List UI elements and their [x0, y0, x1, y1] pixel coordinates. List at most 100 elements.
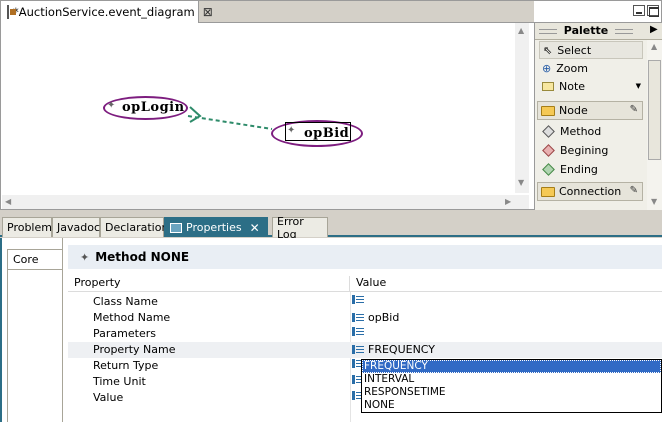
palette-drawer-connection[interactable]: Connection ✎ — [537, 182, 643, 201]
tab-label: Error Log — [277, 214, 304, 241]
grip-icon — [539, 29, 557, 34]
drawer-label: Connection — [559, 185, 622, 198]
tab-label: Declaration — [105, 221, 169, 234]
property-value[interactable] — [350, 295, 368, 304]
folder-icon — [541, 105, 555, 116]
palette-tool-select[interactable]: ⇖ Select — [539, 41, 643, 59]
table-row[interactable]: Class Name — [68, 294, 662, 310]
palette-tool-label: Ending — [560, 162, 598, 176]
property-name: Property Name — [93, 343, 176, 356]
dropdown-arrow-icon[interactable]: ▼ — [636, 82, 641, 90]
side-tabs-divider — [62, 238, 63, 422]
scroll-right-icon[interactable]: ▶ — [505, 197, 511, 206]
dropdown-option[interactable]: FREQUENCY — [362, 360, 661, 373]
palette-tool-method[interactable]: Method — [539, 122, 643, 140]
table-row[interactable]: Method Name opBid — [68, 310, 662, 326]
palette-drawer-node[interactable]: Node ✎ — [537, 101, 643, 120]
property-value[interactable]: FREQUENCY — [350, 343, 435, 356]
tab-declaration[interactable]: Declaration — [100, 217, 168, 237]
method-node-icon: ✦ — [107, 100, 116, 111]
view-tab-bar: Problems Javadoc Declaration Properties … — [0, 214, 662, 241]
close-icon[interactable]: ✕ — [250, 221, 260, 235]
table-row[interactable]: Property Name FREQUENCY — [68, 342, 662, 358]
palette-tool-zoom[interactable]: ⊕ Zoom — [539, 59, 643, 77]
property-name: Time Unit — [93, 375, 146, 388]
grip-icon — [615, 29, 633, 34]
connection-arrowhead — [189, 106, 202, 123]
property-name: Return Type — [93, 359, 159, 372]
pin-icon[interactable]: ✎ — [630, 104, 638, 115]
node-label: opLogin — [122, 100, 185, 115]
list-icon — [352, 295, 364, 304]
property-value[interactable] — [350, 327, 368, 336]
dropdown-option[interactable]: INTERVAL — [362, 373, 661, 386]
property-value-text: opBid — [368, 311, 400, 324]
property-value-text: FREQUENCY — [368, 343, 436, 356]
property-value[interactable]: opBid — [350, 311, 399, 324]
ending-icon — [542, 162, 555, 176]
connection-line[interactable] — [187, 115, 273, 130]
palette: Palette ▶ ⇖ Select ⊕ Zoom Note ▼ Node ✎ … — [534, 23, 662, 210]
palette-title: Palette — [563, 24, 609, 37]
method-node-icon: ✦ — [287, 125, 296, 136]
folder-icon — [541, 186, 555, 197]
diagram-node[interactable]: ✦ opLogin — [103, 96, 188, 120]
dropdown-option[interactable]: NONE — [362, 399, 661, 412]
maximize-icon[interactable] — [647, 5, 659, 17]
editor-tab[interactable]: *AuctionService.event_diagram ⊠ — [1, 1, 213, 23]
diagram-canvas[interactable]: ✦ opLogin ✦ opBid — [2, 23, 515, 198]
palette-header[interactable]: Palette ▶ — [535, 23, 662, 40]
scroll-left-icon[interactable]: ◀ — [5, 197, 11, 206]
palette-scroll-thumb[interactable] — [648, 60, 661, 160]
palette-tool-note[interactable]: Note ▼ — [539, 77, 643, 95]
palette-tool-begining[interactable]: Begining — [539, 141, 643, 159]
palette-tool-label: Method — [560, 124, 602, 138]
drawer-label: Node — [559, 104, 588, 117]
list-icon — [352, 313, 364, 322]
tab-core[interactable]: Core — [7, 249, 63, 270]
tab-label: Javadoc — [57, 221, 100, 234]
scroll-down-icon[interactable]: ▼ — [651, 197, 657, 206]
list-icon — [352, 345, 364, 354]
diagram-editor: *AuctionService.event_diagram ⊠ ✦ opLogi… — [0, 0, 662, 210]
tab-error-log[interactable]: Error Log — [272, 215, 328, 241]
property-name: Value — [93, 391, 124, 404]
cursor-icon: ⇖ — [543, 43, 553, 57]
tab-javadoc[interactable]: Javadoc — [52, 217, 100, 237]
scroll-up-icon[interactable]: ▲ — [651, 42, 657, 51]
method-icon — [542, 124, 555, 138]
canvas-vertical-scrollbar[interactable]: ▲ ▼ — [515, 23, 529, 193]
tab-label: Problems — [7, 221, 58, 234]
zoom-icon: ⊕ — [542, 61, 552, 75]
palette-collapse-icon[interactable]: ▶ — [650, 24, 658, 35]
minimize-icon[interactable] — [633, 5, 645, 16]
pin-icon[interactable]: ✎ — [630, 185, 638, 196]
tab-label: Properties — [186, 221, 242, 234]
canvas-horizontal-scrollbar[interactable]: ◀ ▶ — [2, 195, 529, 209]
scroll-down-icon[interactable]: ▼ — [518, 178, 524, 187]
property-name-dropdown[interactable]: FREQUENCY INTERVAL RESPONSETIME NONE — [361, 359, 662, 413]
section-header: ✦ Method NONE — [68, 245, 662, 269]
note-icon — [542, 81, 554, 91]
column-header-property[interactable]: Property — [68, 276, 350, 292]
palette-tool-ending[interactable]: Ending — [539, 160, 643, 178]
tab-problems[interactable]: Problems — [2, 217, 58, 237]
editor-tab-strip — [199, 1, 534, 22]
diagram-node[interactable]: ✦ opBid — [271, 120, 363, 147]
property-name: Parameters — [93, 327, 156, 340]
column-header-value[interactable]: Value — [350, 276, 662, 292]
dropdown-option[interactable]: RESPONSETIME — [362, 386, 661, 399]
properties-side-tabs — [7, 270, 62, 422]
begining-icon — [542, 143, 555, 157]
close-icon[interactable]: ⊠ — [203, 5, 213, 19]
connection-layer — [187, 106, 273, 130]
palette-tool-label: Select — [557, 43, 592, 57]
tab-label: Core — [13, 253, 39, 266]
tab-properties[interactable]: Properties ✕ — [164, 217, 268, 237]
scroll-up-icon[interactable]: ▲ — [518, 26, 524, 35]
section-title: Method NONE — [95, 250, 190, 264]
table-row[interactable]: Parameters — [68, 326, 662, 342]
method-icon: ✦ — [80, 250, 90, 264]
property-name: Class Name — [93, 295, 158, 308]
property-name: Method Name — [93, 311, 171, 324]
